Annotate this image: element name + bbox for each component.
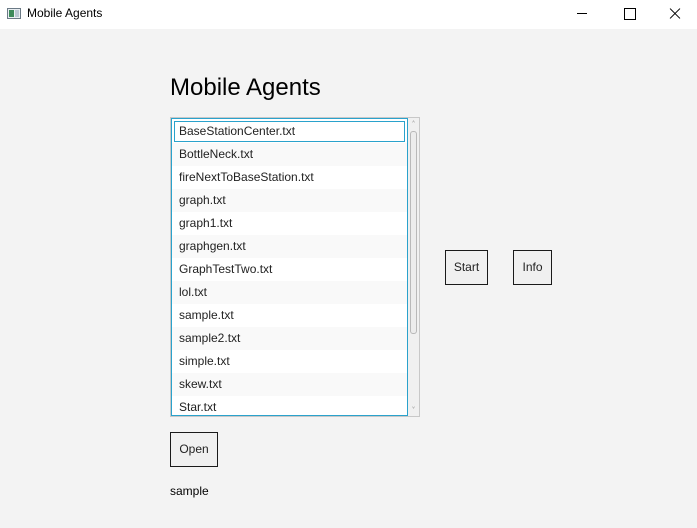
list-item[interactable]: fireNextToBaseStation.txt [172,166,407,189]
page-title: Mobile Agents [170,74,321,101]
info-button[interactable]: Info [513,250,552,285]
list-item[interactable]: BottleNeck.txt [172,143,407,166]
open-button[interactable]: Open [170,432,218,467]
list-item[interactable]: Star.txt [172,396,407,415]
file-list-items[interactable]: BaseStationCenter.txt BottleNeck.txt fireN… [171,118,408,416]
list-item[interactable]: graph.txt [172,189,407,212]
window-title: Mobile Agents [27,6,103,20]
scroll-thumb[interactable] [410,131,417,334]
minimize-button[interactable] [559,0,605,29]
list-item[interactable]: sample2.txt [172,327,407,350]
vertical-scrollbar[interactable]: ˄ ˅ [408,118,419,416]
list-item[interactable]: GraphTestTwo.txt [172,258,407,281]
list-item-selected[interactable]: BaseStationCenter.txt [174,121,405,142]
app-window-icon [7,8,21,19]
scroll-down-icon[interactable]: ˅ [408,405,419,416]
start-button[interactable]: Start [445,250,488,285]
maximize-button[interactable] [605,0,651,29]
status-label: sample [170,484,209,498]
list-item[interactable]: graphgen.txt [172,235,407,258]
list-item[interactable]: graph1.txt [172,212,407,235]
list-item[interactable]: sample.txt [172,304,407,327]
list-item[interactable]: simple.txt [172,350,407,373]
list-item[interactable]: skew.txt [172,373,407,396]
app-window: Mobile Agents Mobile Agents BaseStationC… [0,0,697,528]
title-bar: Mobile Agents [0,0,697,29]
close-button[interactable] [651,0,697,29]
list-item[interactable]: lol.txt [172,281,407,304]
scroll-up-icon[interactable]: ˄ [408,119,419,130]
file-list[interactable]: BaseStationCenter.txt BottleNeck.txt fireN… [170,117,420,417]
